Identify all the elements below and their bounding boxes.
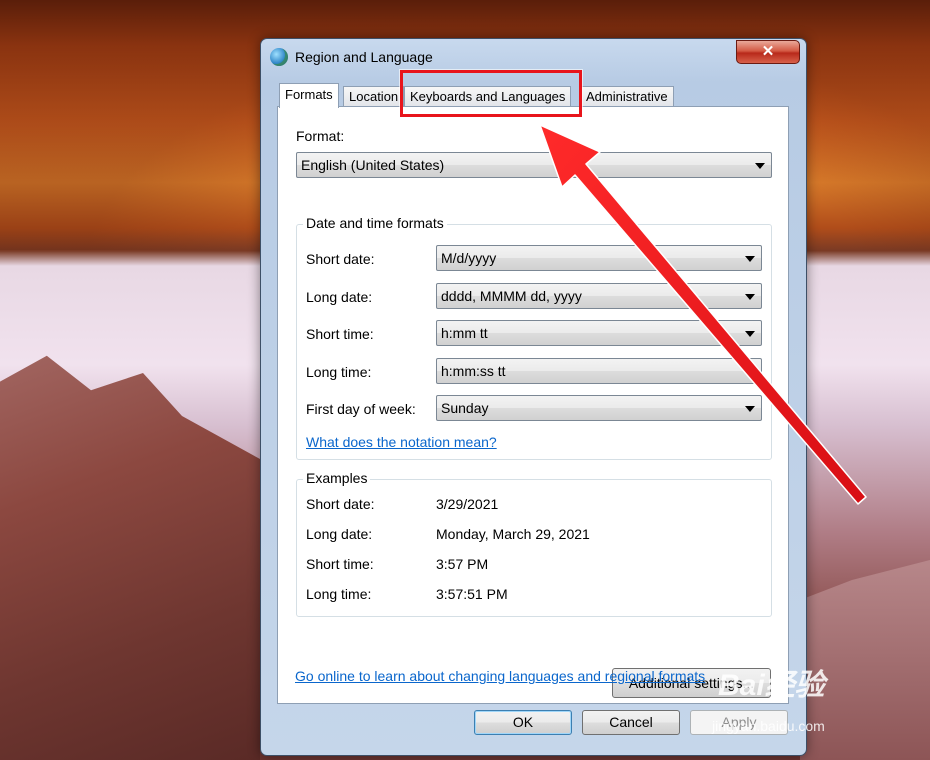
annotation-arrow-shape (539, 124, 867, 505)
baidu-watermark-logo: Bai经验 (718, 669, 825, 702)
baidu-watermark-url: jingyan.baidu.com (712, 718, 825, 734)
annotation-arrow (539, 124, 867, 505)
tab-formats[interactable]: Formats (279, 83, 339, 108)
